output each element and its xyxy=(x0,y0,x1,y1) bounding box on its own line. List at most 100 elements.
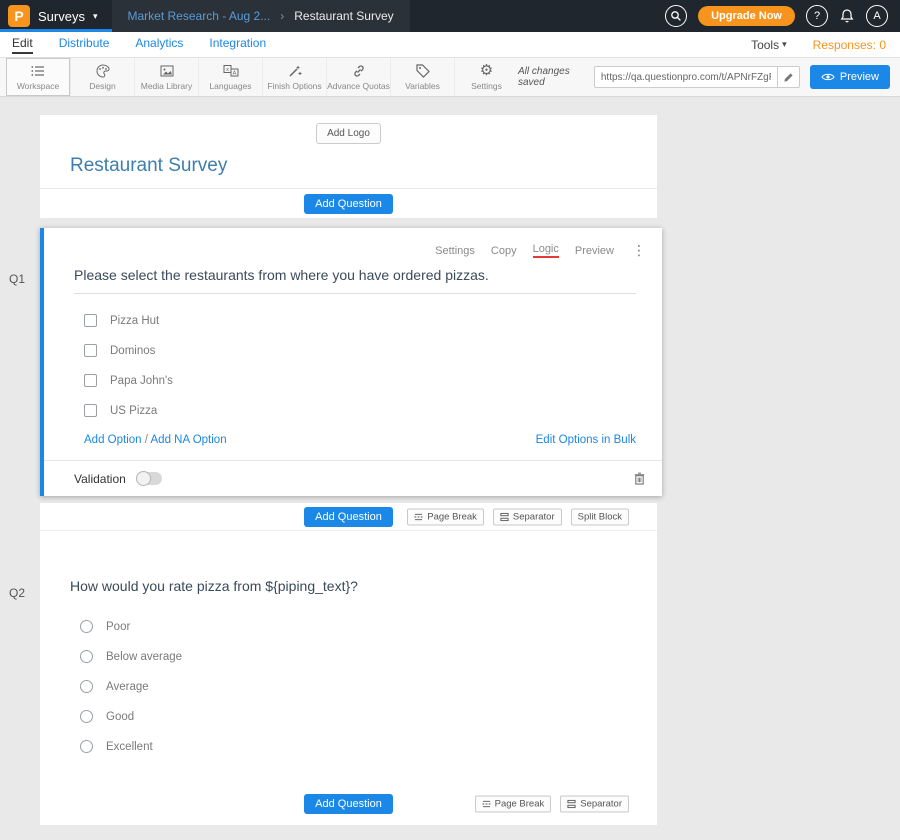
question-text-q1[interactable]: Please select the restaurants from where… xyxy=(74,267,636,294)
gear-icon: ⚙ xyxy=(480,63,493,79)
validation-label: Validation xyxy=(74,472,126,486)
option-row[interactable]: Dominos xyxy=(84,344,662,357)
separator-button[interactable]: Separator xyxy=(560,795,629,812)
bell-icon xyxy=(839,8,855,24)
page-break-button[interactable]: Page Break xyxy=(407,508,484,525)
radio-button[interactable] xyxy=(80,620,93,633)
question-copy-link[interactable]: Copy xyxy=(491,245,517,257)
add-question-button[interactable]: Add Question xyxy=(304,507,393,527)
svg-text:A: A xyxy=(232,71,236,77)
kebab-menu-icon[interactable]: ⋮ xyxy=(632,242,646,259)
option-row[interactable]: Pizza Hut xyxy=(84,314,662,327)
option-row[interactable]: Papa John's xyxy=(84,374,662,387)
checkbox[interactable] xyxy=(84,314,97,327)
survey-column: Add Logo Restaurant Survey Add Question … xyxy=(40,115,657,825)
toolbar-item-media-library[interactable]: Media Library xyxy=(134,58,198,96)
radio-button[interactable] xyxy=(80,650,93,663)
question-card-q1[interactable]: Settings Copy Logic Preview ⋮ Please sel… xyxy=(40,228,662,496)
breadcrumb-separator-icon: › xyxy=(280,9,284,23)
q1-footer: Validation xyxy=(44,460,662,496)
checkbox[interactable] xyxy=(84,374,97,387)
option-row[interactable]: Excellent xyxy=(80,740,657,753)
image-icon xyxy=(159,63,175,79)
add-logo-button[interactable]: Add Logo xyxy=(316,123,381,144)
validation-toggle[interactable] xyxy=(136,472,162,485)
radio-button[interactable] xyxy=(80,680,93,693)
page-break-icon xyxy=(482,799,491,808)
edit-url-button[interactable] xyxy=(777,67,799,87)
wand-icon xyxy=(287,63,303,79)
breadcrumb-current: Restaurant Survey xyxy=(294,9,393,23)
question-card-q2[interactable]: How would you rate pizza from ${piping_t… xyxy=(40,530,657,825)
option-row[interactable]: Average xyxy=(80,680,657,693)
delete-question-button[interactable] xyxy=(633,471,646,486)
tab-integration[interactable]: Integration xyxy=(209,36,266,54)
add-question-strip-mid: Add Question Page Break Separator xyxy=(40,503,657,530)
separator-icon xyxy=(567,799,576,808)
eye-icon xyxy=(821,72,835,82)
survey-title[interactable]: Restaurant Survey xyxy=(70,155,657,177)
question-number-q2: Q2 xyxy=(9,586,25,600)
toolbar-item-finish-options[interactable]: Finish Options xyxy=(262,58,326,96)
option-row[interactable]: Good xyxy=(80,710,657,723)
page-break-icon xyxy=(414,512,423,521)
editor-toolbar: Workspace Design Media Library xyxy=(0,58,900,97)
question-settings-link[interactable]: Settings xyxy=(435,245,475,257)
toolbar-item-workspace[interactable]: Workspace xyxy=(6,58,70,96)
option-row[interactable]: Below average xyxy=(80,650,657,663)
radio-button[interactable] xyxy=(80,740,93,753)
toolbar-items: Workspace Design Media Library xyxy=(6,58,518,96)
add-question-button[interactable]: Add Question xyxy=(304,794,393,814)
search-button[interactable] xyxy=(665,5,687,27)
pencil-icon xyxy=(783,72,794,83)
radio-button[interactable] xyxy=(80,710,93,723)
toolbar-item-settings[interactable]: ⚙ Settings xyxy=(454,58,518,96)
avatar[interactable]: A xyxy=(866,5,888,27)
split-block-button[interactable]: Split Block xyxy=(571,508,629,525)
tools-menu[interactable]: Tools ▾ xyxy=(751,38,787,52)
separator-icon xyxy=(500,512,509,521)
checkbox[interactable] xyxy=(84,404,97,417)
survey-header-card: Add Logo Restaurant Survey xyxy=(40,115,657,188)
add-na-option-link[interactable]: Add NA Option xyxy=(151,434,227,446)
help-button[interactable]: ? xyxy=(806,5,828,27)
workspace-icon xyxy=(30,63,46,79)
survey-url-box xyxy=(594,66,800,88)
upgrade-now-button[interactable]: Upgrade Now xyxy=(698,6,795,26)
toolbar-item-languages[interactable]: x A Languages xyxy=(198,58,262,96)
add-question-strip-bottom: Add Question Page Break xyxy=(40,790,657,817)
add-question-button[interactable]: Add Question xyxy=(304,194,393,214)
tag-icon xyxy=(415,63,431,79)
tab-distribute[interactable]: Distribute xyxy=(59,36,110,54)
option-row[interactable]: US Pizza xyxy=(84,404,662,417)
notifications-button[interactable] xyxy=(839,8,855,24)
trash-icon xyxy=(633,471,646,486)
question-logic-link[interactable]: Logic xyxy=(533,243,559,258)
edit-options-in-bulk-link[interactable]: Edit Options in Bulk xyxy=(536,434,636,446)
breadcrumb-parent[interactable]: Market Research - Aug 2... xyxy=(128,9,271,23)
chevron-down-icon: ▾ xyxy=(782,39,787,50)
tab-edit[interactable]: Edit xyxy=(12,36,33,54)
palette-icon xyxy=(95,63,111,79)
chevron-down-icon: ▾ xyxy=(93,11,98,22)
survey-url-input[interactable] xyxy=(595,67,777,87)
checkbox[interactable] xyxy=(84,344,97,357)
tab-analytics[interactable]: Analytics xyxy=(135,36,183,54)
question-preview-link[interactable]: Preview xyxy=(575,245,614,257)
question-menu: Settings Copy Logic Preview ⋮ xyxy=(44,228,662,259)
question-text-q2[interactable]: How would you rate pizza from ${piping_t… xyxy=(40,531,657,594)
option-row[interactable]: Poor xyxy=(80,620,657,633)
page-break-button[interactable]: Page Break xyxy=(475,795,552,812)
preview-button[interactable]: Preview xyxy=(810,65,890,89)
separator-button[interactable]: Separator xyxy=(493,508,562,525)
insert-buttons: Page Break Separator xyxy=(475,795,629,812)
toolbar-item-design[interactable]: Design xyxy=(70,58,134,96)
svg-text:x: x xyxy=(226,67,229,73)
toolbar-item-advance-quotas[interactable]: Advance Quotas xyxy=(326,58,390,96)
breadcrumb: Market Research - Aug 2... › Restaurant … xyxy=(112,0,410,32)
add-option-link[interactable]: Add Option xyxy=(84,434,142,446)
sub-nav: Edit Distribute Analytics Integration To… xyxy=(0,32,900,58)
q1-option-links: Add Option / Add NA Option Edit Options … xyxy=(84,434,636,446)
surveys-product-menu[interactable]: P Surveys ▾ xyxy=(0,0,112,32)
toolbar-item-variables[interactable]: Variables xyxy=(390,58,454,96)
